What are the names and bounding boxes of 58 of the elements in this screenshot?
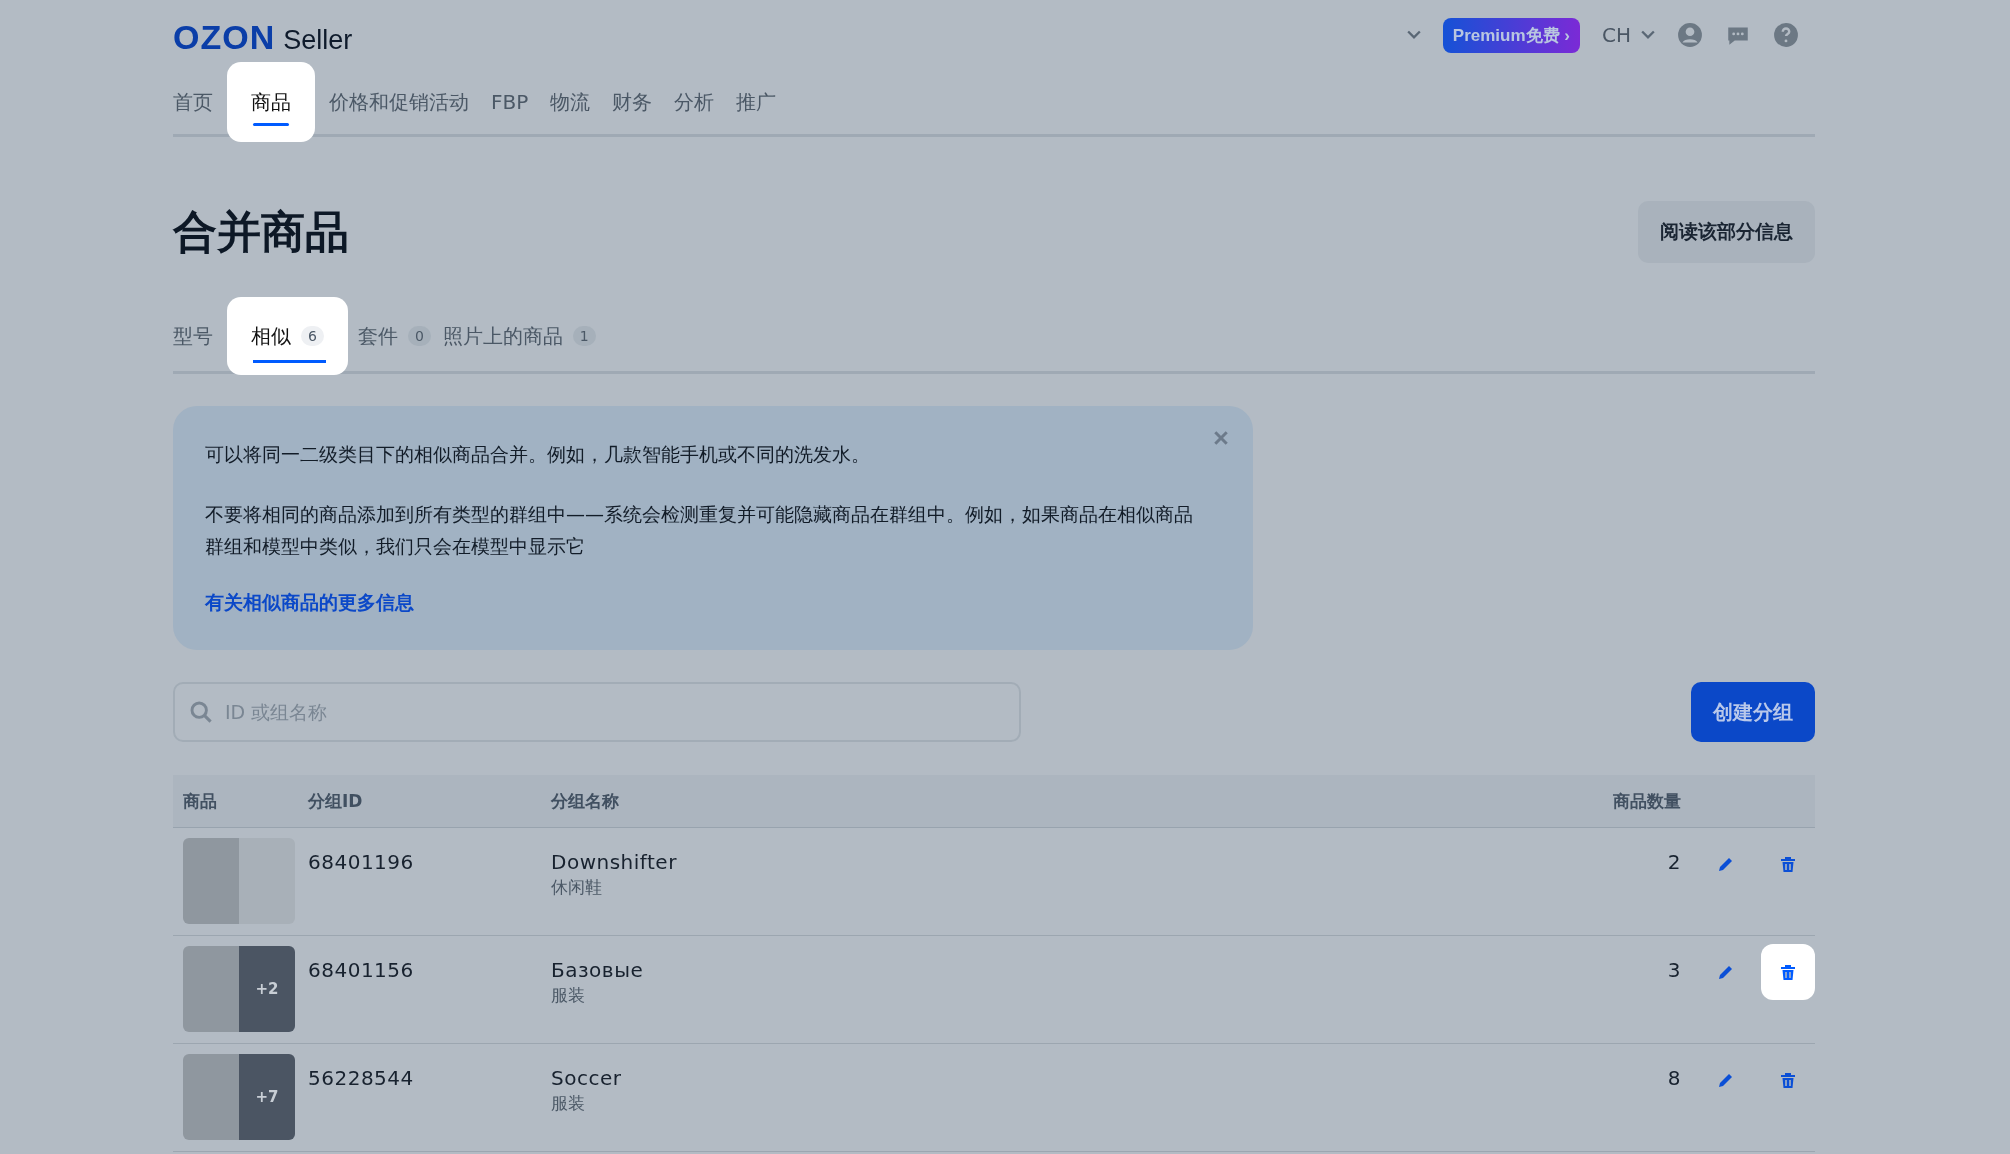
info-text: 可以将同一二级类目下的相似商品合并。例如，几款智能手机或不同的洗发水。 xyxy=(205,442,871,467)
user-icon[interactable] xyxy=(1677,22,1703,48)
nav-tab[interactable]: 物流 xyxy=(542,62,599,142)
group-name: Базовые xyxy=(551,958,644,982)
trash-icon xyxy=(1778,854,1798,874)
tab[interactable]: 相似 6 xyxy=(227,297,348,375)
search-field[interactable]: ID 或组名称 xyxy=(173,682,1021,742)
column-header: 分组ID xyxy=(308,789,364,813)
extra-count: +7 xyxy=(255,1088,279,1106)
table-cell-text: 56228544 xyxy=(308,1065,415,1090)
language-selector[interactable]: CH xyxy=(1602,23,1655,47)
search-icon xyxy=(189,700,213,724)
tab-label: 型号 xyxy=(173,322,213,350)
extra-count: +2 xyxy=(255,980,279,998)
help-icon[interactable] xyxy=(1773,22,1799,48)
table-cell-text: 2 xyxy=(1666,849,1681,874)
nav-tab[interactable]: FBP xyxy=(483,62,537,142)
info-text: 不要将相同的商品添加到所有类型的群组中——系统会检测重复并可能隐藏商品在群组中。例如，如果商品在相似商品群组和模型中类似，我们只会在模型中显示它 xyxy=(205,502,1194,559)
chevron-down-icon[interactable] xyxy=(1406,30,1421,40)
ozon-logo[interactable]: OZON xyxy=(173,17,276,57)
column-header: 商品数量 xyxy=(1612,789,1681,813)
group-name: Downshifter xyxy=(551,850,677,874)
column-header: 商品 xyxy=(182,789,218,813)
tab-label: 相似 xyxy=(251,322,291,350)
tab[interactable]: 型号 xyxy=(173,297,213,375)
count-badge: 6 xyxy=(301,326,324,346)
tab-label: 套件 xyxy=(357,322,398,350)
tab-label: 照片上的商品 xyxy=(442,322,563,350)
table-cell-text: 68401156 xyxy=(308,957,415,982)
category-label: 休闲鞋 xyxy=(551,876,602,899)
create-group-button[interactable]: 创建分组 xyxy=(1691,682,1815,742)
trash-icon xyxy=(1778,962,1798,982)
tab[interactable]: 照片上的商品 1 xyxy=(442,297,596,375)
nav-tab[interactable]: 商品 xyxy=(227,62,315,142)
nav-tab[interactable]: 价格和促销活动 xyxy=(321,62,477,142)
trash-icon xyxy=(1778,1070,1798,1090)
nav-tab[interactable]: 分析 xyxy=(666,62,723,142)
nav-tab[interactable]: 首页 xyxy=(173,62,221,142)
table-cell-text: 68401196 xyxy=(308,849,415,874)
page-title: 合并商品 xyxy=(173,204,349,259)
category-label: 服装 xyxy=(551,984,585,1007)
nav-tab[interactable]: 财务 xyxy=(604,62,661,142)
delete-button[interactable] xyxy=(1761,944,1815,1000)
tab[interactable]: 套件 0 xyxy=(357,297,431,375)
count-badge: 0 xyxy=(407,326,431,346)
close-icon[interactable] xyxy=(1213,430,1229,446)
group-name: Soccer xyxy=(551,1066,622,1090)
count-badge: 1 xyxy=(572,326,596,346)
read-more-button[interactable]: 阅读该部分信息 xyxy=(1638,201,1815,263)
premium-button[interactable]: Premium免费 › xyxy=(1442,17,1580,53)
table-cell-text: 3 xyxy=(1666,957,1681,982)
more-info-link[interactable]: 有关相似商品的更多信息 xyxy=(205,591,414,613)
category-label: 服装 xyxy=(551,1092,585,1115)
logo-suffix: Seller xyxy=(283,24,353,56)
table-cell-text: 8 xyxy=(1666,1065,1681,1090)
column-header: 分组名称 xyxy=(551,789,620,813)
chevron-down-icon xyxy=(1641,30,1655,40)
nav-tab[interactable]: 推广 xyxy=(728,62,785,142)
